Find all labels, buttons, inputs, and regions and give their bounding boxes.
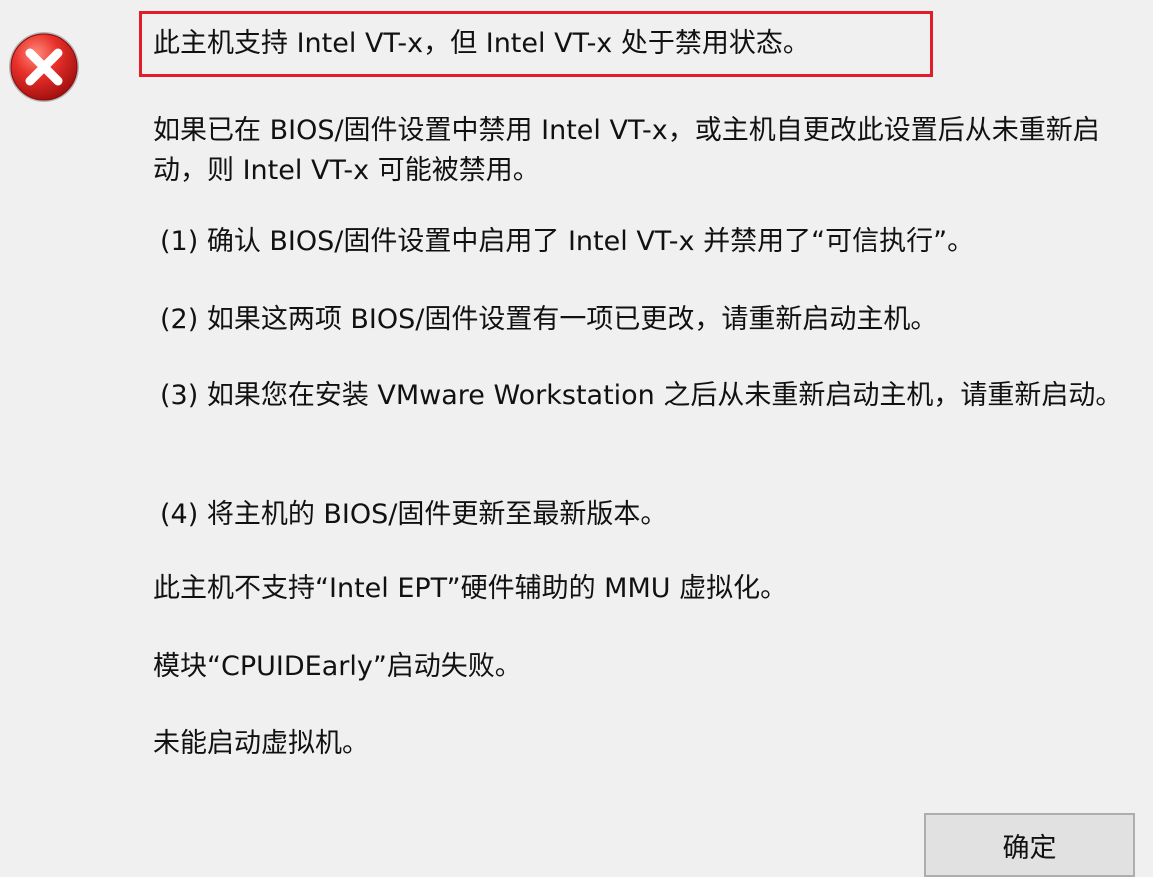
step-4-message: (4) 将主机的 BIOS/固件更新至最新版本。 [160, 499, 668, 530]
step-1-message: (1) 确认 BIOS/固件设置中启用了 Intel VT-x 并禁用了“可信执… [160, 226, 975, 257]
module-message: 模块“CPUIDEarly”启动失败。 [153, 651, 522, 682]
explanation-message: 如果已在 BIOS/固件设置中禁用 Intel VT-x，或主机自更改此设置后从… [153, 115, 1100, 186]
error-icon [9, 32, 79, 102]
failed-message: 未能启动虚拟机。 [153, 728, 369, 759]
highlight-box [139, 11, 933, 77]
ok-button[interactable]: 确定 [924, 813, 1135, 877]
step-3-message: (3) 如果您在安装 VMware Workstation 之后从未重新启动主机… [160, 380, 1123, 411]
ept-message: 此主机不支持“Intel EPT”硬件辅助的 MMU 虚拟化。 [153, 573, 788, 604]
error-dialog: 此主机支持 Intel VT-x，但 Intel VT-x 处于禁用状态。 如果… [0, 0, 1153, 877]
step-2-message: (2) 如果这两项 BIOS/固件设置有一项已更改，请重新启动主机。 [160, 304, 938, 335]
